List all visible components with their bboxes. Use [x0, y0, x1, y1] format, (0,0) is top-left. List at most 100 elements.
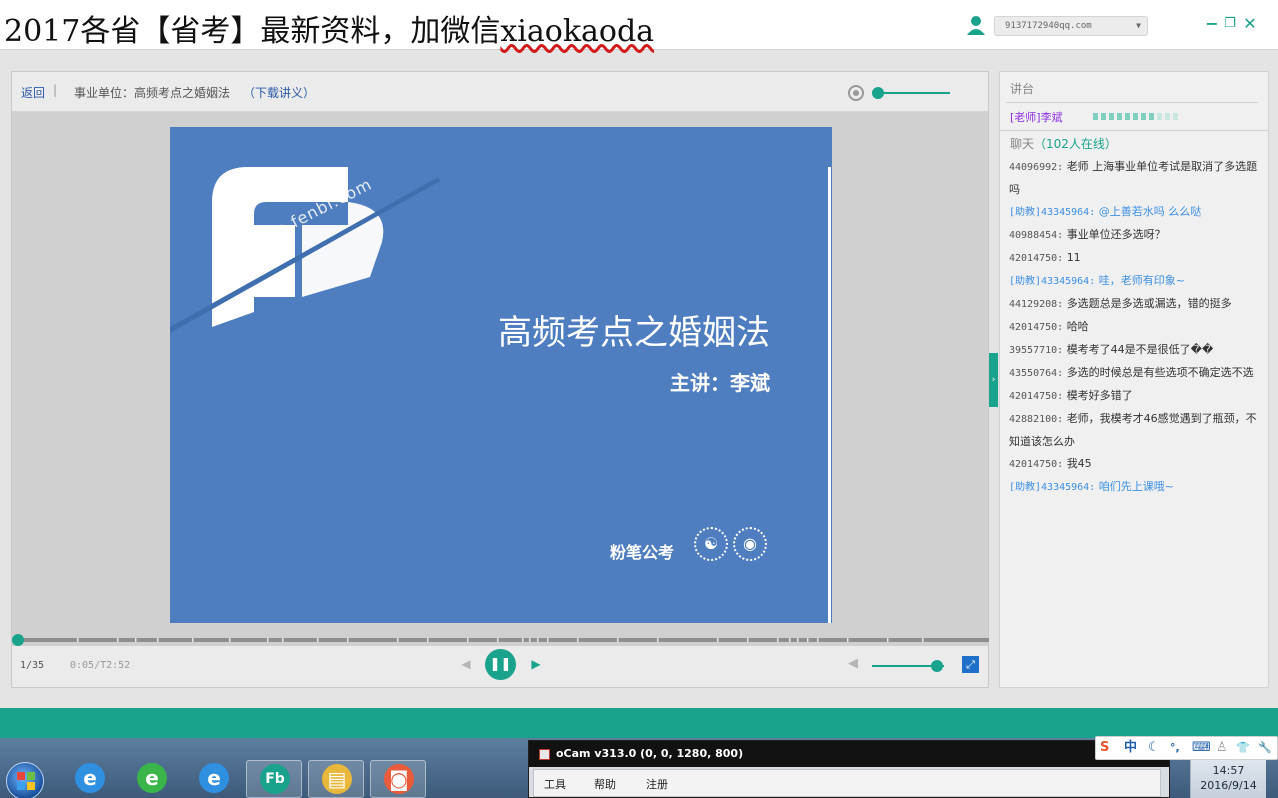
chat-text: 事业单位还多选呀？: [1066, 228, 1166, 241]
account-email: 9137172940qq.com: [1005, 21, 1092, 31]
player-controls: 1/35 0:05/T2:52 ◀ ❚❚ ▶ ◀ ⤢: [12, 646, 988, 687]
ocam-menu-tools[interactable]: 工具: [544, 776, 566, 792]
chapter-tick: [789, 638, 791, 642]
chat-text: 模考好多错了: [1066, 389, 1133, 402]
ie-icon-2: e: [199, 763, 229, 793]
chapter-tick: [522, 638, 524, 642]
ocam-title: oCam v313.0 (0, 0, 1280, 800): [556, 747, 744, 760]
chapter-tick: [547, 638, 549, 642]
chapter-tick: [617, 638, 619, 642]
restore-button[interactable]: ❐: [1222, 14, 1238, 34]
clock-time: 14:57: [1212, 764, 1245, 777]
ocam-titlebar[interactable]: oCam v313.0 (0, 0, 1280, 800): [529, 741, 1169, 767]
ocam-window[interactable]: oCam v313.0 (0, 0, 1280, 800) 工具 帮助 注册: [528, 740, 1170, 798]
file-explorer-icon: ▤: [322, 764, 352, 794]
user-icon[interactable]: [966, 15, 986, 35]
taskbar-app-button[interactable]: e: [186, 760, 242, 798]
ocam-app-icon: [539, 749, 550, 760]
chapter-tick: [282, 638, 284, 642]
video-player: 返回 | 事业单位：高频考点之婚姻法 （下载讲义） http://ke.fenb…: [11, 71, 989, 688]
chat-message: 39557710: 模考考了44是不是很低了��: [1009, 339, 1267, 362]
chat-text: 多选题总是多选或漏选，错的挺多: [1066, 297, 1232, 310]
banner-wechat-id: xiaokaoda: [500, 14, 655, 49]
ie-icon: e: [75, 763, 105, 793]
promo-banner: 2017各省【省考】最新资料，加微信xiaokaoda: [4, 6, 654, 50]
ime-punctuation-icon[interactable]: °,: [1170, 739, 1180, 757]
chat-user-id: 42014750:: [1009, 253, 1064, 264]
podium-label: 讲台: [1010, 82, 1035, 96]
audio-level-bar: [1125, 113, 1130, 120]
chat-message: [助教]43345964: 哇，老师有印象~: [1009, 270, 1267, 293]
audio-level-meter: [1093, 113, 1178, 121]
taskbar-app-button[interactable]: e: [62, 760, 118, 798]
chapter-tick: [497, 638, 499, 642]
chapter-tick: [77, 638, 79, 642]
ocam-menu-help[interactable]: 帮助: [594, 776, 616, 792]
lecture-title: 事业单位：高频考点之婚姻法: [74, 86, 231, 100]
ime-chinese-mode[interactable]: 中: [1124, 739, 1137, 757]
fullscreen-button[interactable]: ⤢: [962, 656, 979, 673]
back-link[interactable]: 返回: [21, 84, 45, 101]
panel-toggle-button[interactable]: ›: [989, 353, 998, 407]
ime-user-icon[interactable]: ♙: [1216, 739, 1228, 757]
windows-logo-icon: [17, 772, 35, 790]
account-select[interactable]: 9137172940qq.com ▼: [994, 16, 1148, 36]
ime-keyboard-icon[interactable]: ⌨: [1192, 739, 1211, 757]
ime-skin-icon[interactable]: 👕: [1236, 739, 1250, 757]
chat-text: 11: [1066, 251, 1081, 264]
next-page-button[interactable]: ▶: [528, 656, 544, 672]
taskbar-app-button[interactable]: ▤: [308, 760, 364, 798]
close-button[interactable]: ✕: [1242, 14, 1258, 34]
title-bar: 2017各省【省考】最新资料，加微信xiaokaoda 9137172940qq…: [0, 0, 1278, 50]
audio-level-bar: [1093, 113, 1098, 120]
audio-level-bar: [1157, 113, 1162, 120]
chapter-tick: [922, 638, 924, 642]
slide-subtitle: 主讲：李斌: [670, 371, 770, 395]
audio-level-bar: [1141, 113, 1146, 120]
chat-user-id: 40988454:: [1009, 230, 1064, 241]
progress-chapter-ticks: [77, 638, 924, 642]
lecture-slide: http://ke.fenbi.com 高频考点之婚姻法 主讲：李斌 粉笔公考 …: [170, 127, 832, 623]
system-clock[interactable]: 14:57 2016/9/14: [1190, 760, 1266, 798]
chat-message: 43550764: 多选的时候总是有些选项不确定选不选: [1009, 362, 1267, 385]
taskbar-app-button[interactable]: e: [124, 760, 180, 798]
volume-icon[interactable]: ◀: [848, 656, 864, 672]
brightness-slider-knob[interactable]: [872, 87, 884, 99]
ocam-menu-register[interactable]: 注册: [646, 776, 668, 792]
ime-halfwidth-icon[interactable]: ☾: [1148, 739, 1160, 757]
teacher-name: [老师]李斌: [1010, 111, 1063, 124]
360-browser-icon: e: [137, 763, 167, 793]
chat-text: 哈哈: [1066, 320, 1089, 333]
ime-settings-icon[interactable]: 🔧: [1258, 739, 1272, 757]
chat-message: 42014750: 哈哈: [1009, 316, 1267, 339]
chapter-tick: [747, 638, 749, 642]
slide-edge: [828, 167, 831, 623]
chapter-tick: [117, 638, 119, 642]
chat-user-id: 42014750:: [1009, 322, 1064, 333]
volume-slider-knob[interactable]: [930, 660, 943, 672]
taskbar-app-button[interactable]: ◙: [370, 760, 426, 798]
header-separator: |: [53, 83, 58, 97]
previous-page-button[interactable]: ◀: [458, 656, 474, 672]
pause-button[interactable]: ❚❚: [485, 649, 516, 680]
record-icon[interactable]: [848, 85, 864, 101]
download-notes-link[interactable]: （下载讲义）: [243, 84, 315, 101]
progress-knob[interactable]: [11, 634, 24, 646]
chat-message-list[interactable]: 44096992: 老师 上海事业单位考试是取消了多选题吗 [助教]4334596…: [1009, 156, 1267, 499]
player-header: 返回 | 事业单位：高频考点之婚姻法 （下载讲义）: [12, 72, 988, 112]
audio-level-bar: [1117, 113, 1122, 120]
sogou-logo-icon[interactable]: S: [1100, 739, 1109, 757]
taskbar-app-button[interactable]: Fb: [246, 760, 302, 798]
chapter-tick: [317, 638, 319, 642]
chapter-tick: [267, 638, 269, 642]
fenbi-app-icon: Fb: [260, 764, 290, 794]
minimize-button[interactable]: −: [1204, 14, 1220, 34]
start-button[interactable]: [6, 762, 44, 798]
ocam-menubar: 工具 帮助 注册: [533, 769, 1161, 797]
weibo-icon: ☯: [694, 527, 728, 561]
chat-user-id: [助教]43345964:: [1009, 276, 1096, 287]
chat-user-id: 43550764:: [1009, 368, 1064, 379]
clock-date: 2016/9/14: [1200, 779, 1257, 792]
side-panel: 讲台 [老师]李斌 聊天（102人在线） 44096992: 老师 上海事业单位…: [999, 71, 1269, 688]
chapter-tick: [192, 638, 194, 642]
